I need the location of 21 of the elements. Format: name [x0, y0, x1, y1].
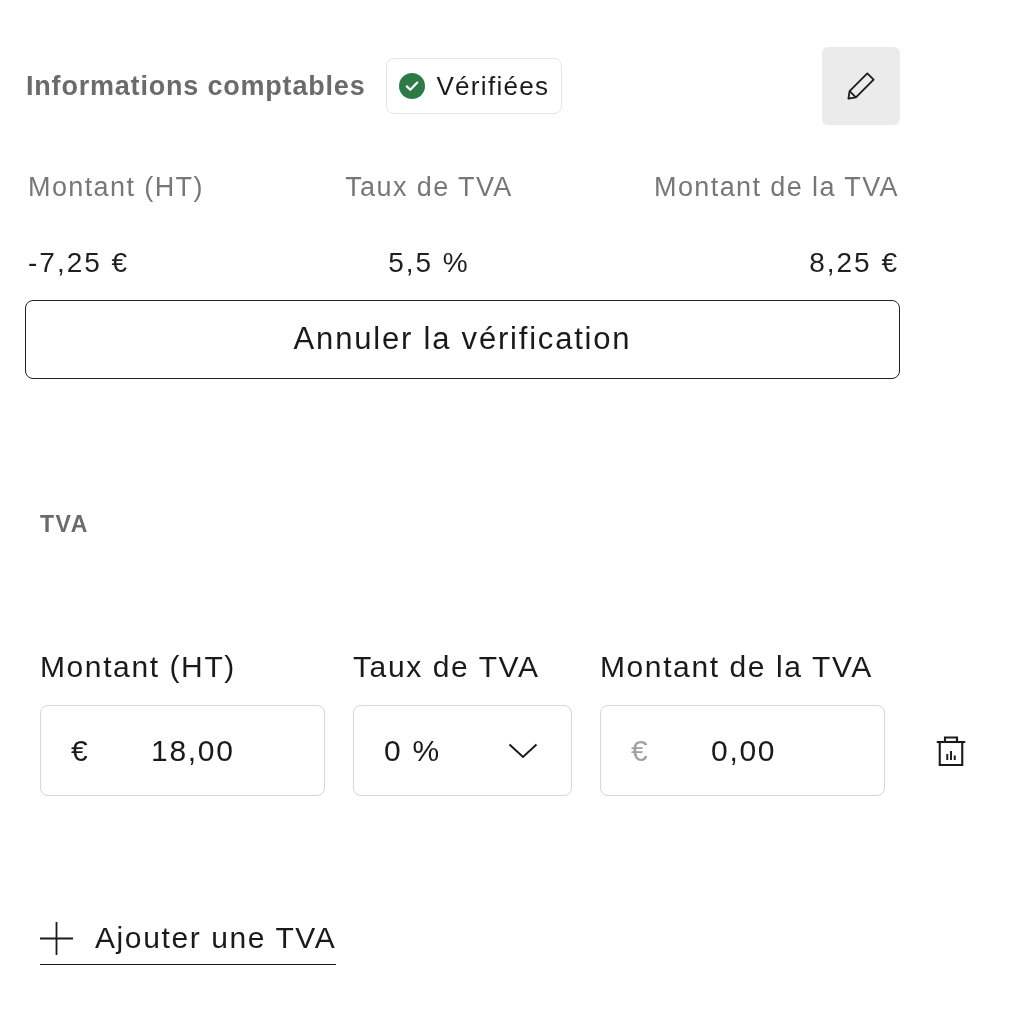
- vat-rate-select[interactable]: 0 %: [353, 705, 572, 796]
- add-vat-link[interactable]: Ajouter une TVA: [40, 921, 337, 965]
- section-title: Informations comptables: [26, 71, 366, 101]
- column-label: Montant (HT): [28, 172, 204, 202]
- column-value: 5,5 %: [387, 248, 471, 278]
- plus-icon: [40, 921, 73, 955]
- column-value: 8,25 €: [808, 248, 899, 278]
- field-label: Taux de TVA: [353, 650, 541, 684]
- amount-input[interactable]: € 18,00: [40, 705, 325, 796]
- section-title: TVA: [40, 511, 89, 537]
- column-value: -7,25 €: [28, 248, 131, 278]
- cancel-verification-button[interactable]: Annuler la vérification: [25, 300, 900, 379]
- field-label: Montant de la TVA: [600, 650, 874, 684]
- chevron-down-icon: [508, 742, 538, 759]
- readonly-amount-field: € 0,00: [600, 705, 885, 796]
- column-label: Montant de la TVA: [654, 172, 899, 202]
- badge-label: Vérifiées: [436, 71, 550, 101]
- edit-button[interactable]: [822, 47, 900, 125]
- column-label: Taux de TVA: [345, 172, 513, 202]
- field-label: Montant (HT): [40, 650, 237, 684]
- check-circle-icon: [399, 73, 426, 99]
